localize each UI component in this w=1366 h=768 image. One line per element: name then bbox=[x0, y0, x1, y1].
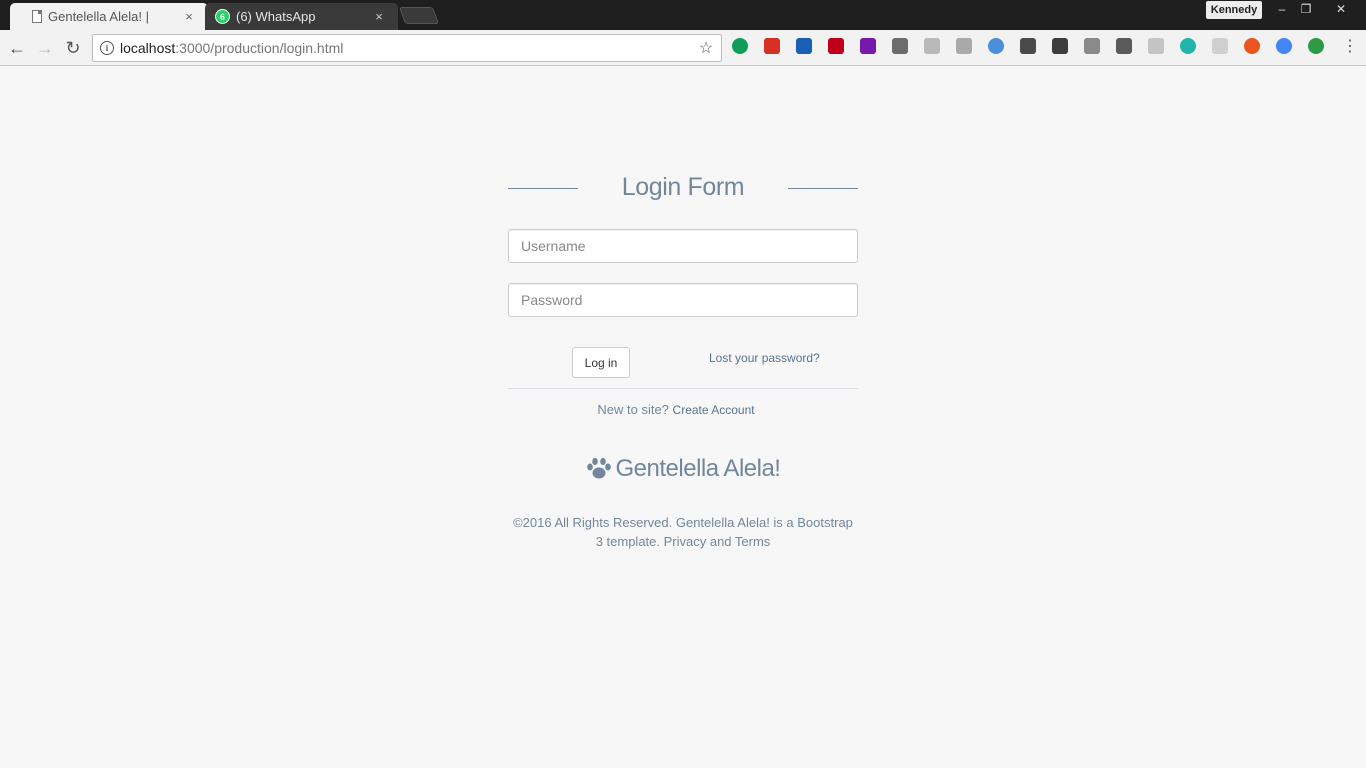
id-icon[interactable] bbox=[1308, 38, 1324, 54]
bus-icon[interactable] bbox=[1020, 38, 1036, 54]
password-input[interactable] bbox=[508, 283, 858, 317]
url-host: localhost bbox=[120, 40, 176, 56]
check-icon[interactable] bbox=[988, 38, 1004, 54]
forward-arrow-icon[interactable]: → bbox=[33, 36, 57, 60]
gmail-icon[interactable] bbox=[764, 38, 780, 54]
maximize-button[interactable]: ❐ bbox=[1294, 0, 1318, 18]
new-to-site: New to site? Create Account bbox=[508, 402, 844, 417]
bulb-icon[interactable] bbox=[1116, 38, 1132, 54]
minimize-button[interactable]: – bbox=[1270, 0, 1294, 18]
back-arrow-icon[interactable]: ← bbox=[5, 36, 29, 60]
evernote-icon[interactable] bbox=[1052, 38, 1068, 54]
profile-button[interactable]: Kennedy bbox=[1206, 1, 1262, 19]
address-bar[interactable]: i localhost:3000/production/login.html ☆ bbox=[92, 34, 722, 62]
angular-icon[interactable] bbox=[956, 38, 972, 54]
copyright-text: ©2016 All Rights Reserved. Gentelella Al… bbox=[513, 515, 853, 549]
new-tab-button[interactable] bbox=[398, 7, 440, 24]
browser-menu-icon[interactable]: ⋮ bbox=[1342, 38, 1358, 58]
bookmark-star-icon[interactable]: ☆ bbox=[695, 38, 717, 58]
whatsapp-badge: 6 bbox=[219, 11, 225, 22]
compass-icon[interactable] bbox=[1276, 38, 1292, 54]
share-icon[interactable] bbox=[1084, 38, 1100, 54]
monitor-icon[interactable] bbox=[892, 38, 908, 54]
cloud-icon[interactable] bbox=[1148, 38, 1164, 54]
tab-close-icon[interactable]: × bbox=[182, 9, 196, 24]
m-icon[interactable] bbox=[1180, 38, 1196, 54]
page-icon bbox=[32, 10, 42, 23]
separator bbox=[508, 388, 858, 389]
new-to-site-label: New to site? bbox=[597, 402, 669, 417]
lost-password-link[interactable]: Lost your password? bbox=[709, 351, 820, 365]
close-window-button[interactable]: ✕ bbox=[1318, 0, 1364, 18]
paw-icon bbox=[586, 457, 611, 479]
login-button[interactable]: Log in bbox=[572, 347, 630, 378]
url-path: :3000/production/login.html bbox=[175, 40, 344, 56]
browser-tab-strip: Gentelella Alela! | × 6 (6) WhatsApp × K… bbox=[0, 0, 1366, 30]
onenote-icon[interactable] bbox=[860, 38, 876, 54]
url-text[interactable]: localhost:3000/production/login.html bbox=[120, 40, 695, 56]
info-icon[interactable]: i bbox=[100, 41, 114, 55]
browser-toolbar: ← → ↻ i localhost:3000/production/login.… bbox=[0, 30, 1366, 66]
username-input[interactable] bbox=[508, 229, 858, 263]
tab-whatsapp[interactable]: 6 (6) WhatsApp × bbox=[205, 3, 398, 30]
page-title: Login Form bbox=[621, 173, 745, 201]
tab-gentelella[interactable]: Gentelella Alela! | × bbox=[10, 3, 208, 30]
tab-title: Gentelella Alela! | bbox=[48, 9, 149, 24]
bird-icon[interactable] bbox=[796, 38, 812, 54]
tab-close-icon[interactable]: × bbox=[372, 9, 386, 24]
pin-icon[interactable] bbox=[1212, 38, 1228, 54]
ghost-icon[interactable] bbox=[924, 38, 940, 54]
brand-name: Gentelella Alela! bbox=[615, 455, 781, 482]
ubuntu-icon[interactable] bbox=[1244, 38, 1260, 54]
create-account-link[interactable]: Create Account bbox=[673, 403, 755, 417]
tab-title: (6) WhatsApp bbox=[236, 9, 316, 24]
reload-icon[interactable]: ↻ bbox=[61, 36, 85, 60]
hangouts-icon[interactable] bbox=[732, 38, 748, 54]
brand: Gentelella Alela! bbox=[508, 455, 858, 483]
adblock-icon[interactable] bbox=[828, 38, 844, 54]
whatsapp-icon: 6 bbox=[215, 9, 230, 24]
